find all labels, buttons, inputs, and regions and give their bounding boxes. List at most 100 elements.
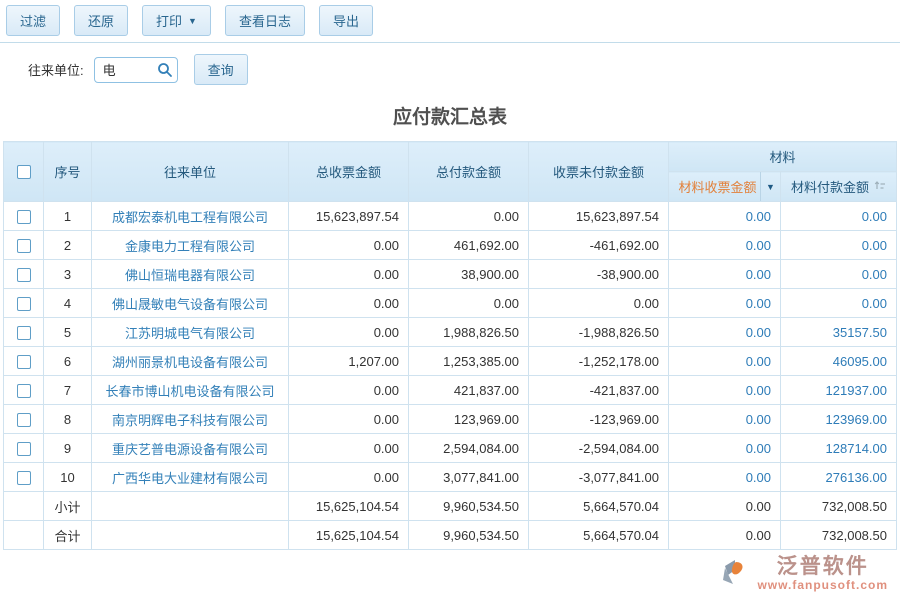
header-company[interactable]: 往来单位 [92,142,289,202]
row-checkbox[interactable] [17,210,31,224]
row-checkbox[interactable] [17,384,31,398]
row-select-cell [4,231,44,260]
cell-invoice-unpaid: -1,988,826.50 [529,318,669,347]
row-seq: 4 [44,289,92,318]
row-seq: 3 [44,260,92,289]
header-seq[interactable]: 序号 [44,142,92,202]
view-log-button[interactable]: 查看日志 [225,5,305,36]
brand-logo-icon [719,556,753,591]
cell-invoice-unpaid: 15,623,897.54 [529,202,669,231]
cell-material-invoice: 0.00 [669,347,781,376]
header-material-payment[interactable]: 材料付款金额 [781,172,897,202]
company-link[interactable]: 金康电力工程有限公司 [92,231,289,260]
cell-invoice-unpaid: -2,594,084.00 [529,434,669,463]
row-checkbox[interactable] [17,326,31,340]
search-icon[interactable] [157,62,173,81]
export-button-label: 导出 [333,11,359,30]
cell-material-invoice: 0.00 [669,231,781,260]
brand-url[interactable]: www.fanpusoft.com [757,578,888,592]
print-button[interactable]: 打印▼ [142,5,211,36]
company-filter-label: 往来单位: [28,60,84,79]
summary-material-invoice: 0.00 [669,492,781,521]
cell-invoice-unpaid: -1,252,178.00 [529,347,669,376]
cell-invoice-unpaid: -421,837.00 [529,376,669,405]
summary-material-invoice: 0.00 [669,521,781,550]
row-checkbox[interactable] [17,239,31,253]
row-checkbox[interactable] [17,355,31,369]
summary-total-invoice: 15,625,104.54 [289,521,409,550]
select-all-checkbox[interactable] [17,165,31,179]
view-log-button-label: 查看日志 [239,11,291,30]
cell-total-invoice: 0.00 [289,289,409,318]
summary-total-payment: 9,960,534.50 [409,492,529,521]
row-checkbox[interactable] [17,268,31,282]
sort-ascending-icon[interactable] [874,179,886,194]
cell-total-invoice: 0.00 [289,260,409,289]
row-checkbox[interactable] [17,413,31,427]
summary-total-invoice: 15,625,104.54 [289,492,409,521]
row-select-cell [4,289,44,318]
header-total-invoice[interactable]: 总收票金额 [289,142,409,202]
header-material-invoice-label: 材料收票金额 [675,177,760,196]
filter-button[interactable]: 过滤 [6,5,60,36]
cell-material-invoice: 0.00 [669,463,781,492]
cell-material-invoice: 0.00 [669,318,781,347]
row-select-cell [4,463,44,492]
cell-invoice-unpaid: -461,692.00 [529,231,669,260]
company-link[interactable]: 重庆艺普电源设备有限公司 [92,434,289,463]
filter-bar: 往来单位: 查询 [0,43,900,96]
restore-button[interactable]: 还原 [74,5,128,36]
cell-material-invoice: 0.00 [669,289,781,318]
row-checkbox[interactable] [17,471,31,485]
row-seq: 10 [44,463,92,492]
brand-name: 泛普软件 [757,556,888,578]
summary-row: 合计15,625,104.549,960,534.505,664,570.040… [4,521,897,550]
row-seq: 7 [44,376,92,405]
company-link[interactable]: 广西华电大业建材有限公司 [92,463,289,492]
summary-company-cell [92,521,289,550]
summary-empty-cell [4,521,44,550]
chevron-down-icon: ▼ [766,182,775,192]
company-link[interactable]: 南京明辉电子科技有限公司 [92,405,289,434]
cell-total-payment: 421,837.00 [409,376,529,405]
cell-total-invoice: 0.00 [289,231,409,260]
row-select-cell [4,347,44,376]
header-total-payment[interactable]: 总付款金额 [409,142,529,202]
cell-material-payment: 35157.50 [781,318,897,347]
company-link[interactable]: 成都宏泰机电工程有限公司 [92,202,289,231]
row-checkbox[interactable] [17,442,31,456]
company-link[interactable]: 江苏明城电气有限公司 [92,318,289,347]
cell-total-payment: 461,692.00 [409,231,529,260]
query-button[interactable]: 查询 [194,54,248,85]
table-row: 1成都宏泰机电工程有限公司15,623,897.540.0015,623,897… [4,202,897,231]
cell-total-invoice: 0.00 [289,376,409,405]
company-link[interactable]: 长春市博山机电设备有限公司 [92,376,289,405]
cell-material-payment: 128714.00 [781,434,897,463]
company-link[interactable]: 佛山恒瑞电器有限公司 [92,260,289,289]
payable-summary-table: 序号 往来单位 总收票金额 总付款金额 收票未付款金额 材料 材料收票金额 ▼ … [3,141,897,550]
header-invoice-unpaid[interactable]: 收票未付款金额 [529,142,669,202]
cell-total-payment: 38,900.00 [409,260,529,289]
header-material-invoice[interactable]: 材料收票金额 ▼ [669,172,781,202]
brand-footer: 泛普软件 www.fanpusoft.com [719,556,888,592]
export-button[interactable]: 导出 [319,5,373,36]
summary-material-payment: 732,008.50 [781,521,897,550]
company-link[interactable]: 佛山晟敏电气设备有限公司 [92,289,289,318]
table-body: 1成都宏泰机电工程有限公司15,623,897.540.0015,623,897… [4,202,897,550]
cell-invoice-unpaid: -38,900.00 [529,260,669,289]
table-row: 5江苏明城电气有限公司0.001,988,826.50-1,988,826.50… [4,318,897,347]
page-title: 应付款汇总表 [0,96,900,141]
company-link[interactable]: 湖州丽景机电设备有限公司 [92,347,289,376]
header-material-group: 材料 [669,142,897,172]
cell-material-payment: 0.00 [781,202,897,231]
chevron-down-icon: ▼ [188,16,197,26]
restore-button-label: 还原 [88,11,114,30]
cell-material-invoice: 0.00 [669,260,781,289]
row-seq: 2 [44,231,92,260]
cell-invoice-unpaid: -3,077,841.00 [529,463,669,492]
cell-material-payment: 0.00 [781,231,897,260]
row-checkbox[interactable] [17,297,31,311]
table-row: 3佛山恒瑞电器有限公司0.0038,900.00-38,900.000.000.… [4,260,897,289]
row-select-cell [4,202,44,231]
material-invoice-dropdown[interactable]: ▼ [760,172,780,201]
